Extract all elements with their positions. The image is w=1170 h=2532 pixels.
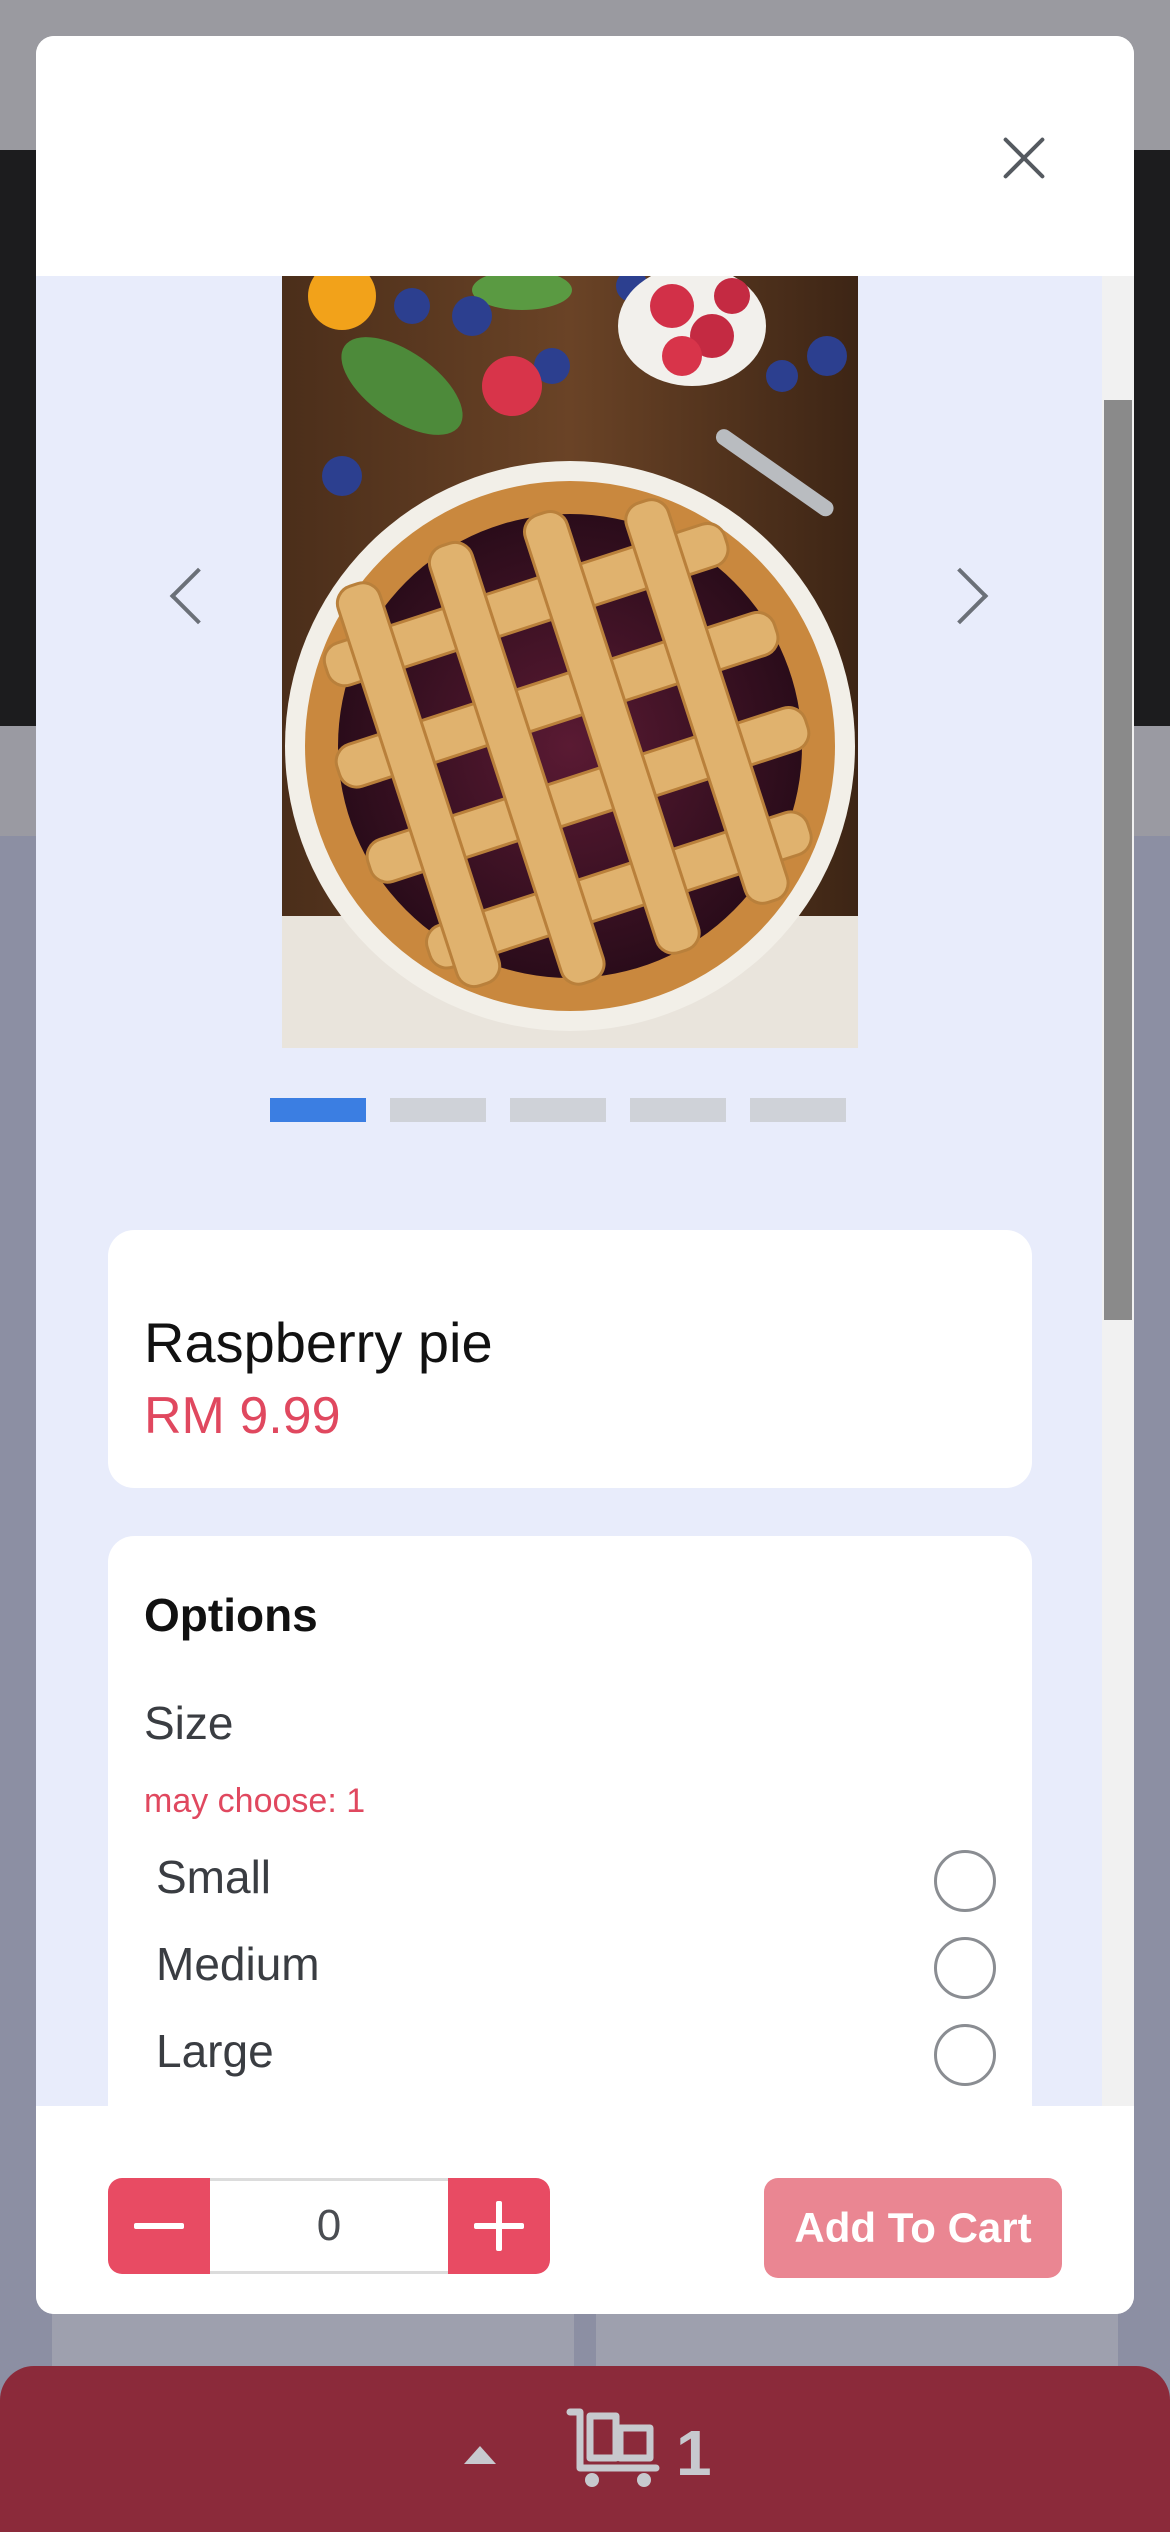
carousel-dot[interactable]	[390, 1098, 486, 1122]
option-label: Small	[156, 1851, 272, 1903]
chevron-left-icon[interactable]	[169, 567, 227, 625]
product-name: Raspberry pie	[144, 1311, 493, 1374]
option-label: Large	[156, 2025, 274, 2077]
minus-icon	[134, 2223, 184, 2229]
quantity-input[interactable]	[210, 2178, 448, 2274]
radio-button[interactable]	[934, 1937, 996, 1999]
option-group-hint: may choose: 1	[144, 1782, 366, 1820]
radio-button[interactable]	[934, 2024, 996, 2086]
product-price: RM 9.99	[144, 1387, 341, 1445]
modal-footer: Add To Cart	[36, 2106, 1134, 2314]
carousel-dot[interactable]	[270, 1098, 366, 1122]
option-small[interactable]: Small	[156, 1844, 996, 1914]
chevron-right-icon[interactable]	[931, 567, 989, 625]
product-image	[282, 276, 858, 1048]
close-icon[interactable]	[994, 128, 1054, 188]
pie-image-illustration	[282, 276, 858, 1048]
caret-up-icon[interactable]	[464, 2446, 496, 2464]
option-medium[interactable]: Medium	[156, 1931, 996, 2001]
carousel-dot[interactable]	[750, 1098, 846, 1122]
radio-button[interactable]	[934, 1850, 996, 1912]
plus-icon-vertical	[496, 2201, 502, 2251]
carousel-dot[interactable]	[630, 1098, 726, 1122]
modal-scrollbar[interactable]	[1102, 276, 1134, 2106]
options-title: Options	[144, 1589, 318, 1641]
product-modal: Raspberry pie RM 9.99 Options Size may c…	[36, 36, 1134, 2314]
scrollbar-thumb[interactable]	[1104, 400, 1132, 1320]
quantity-stepper	[108, 2178, 550, 2274]
option-large[interactable]: Large	[156, 2018, 996, 2088]
modal-body: Raspberry pie RM 9.99 Options Size may c…	[36, 276, 1102, 2106]
increase-quantity-button[interactable]	[448, 2178, 550, 2274]
option-label: Medium	[156, 1938, 320, 1990]
cart-bar[interactable]: 1	[0, 2366, 1170, 2532]
modal-header	[36, 36, 1134, 276]
option-group-label: Size	[144, 1697, 234, 1749]
product-info-card: Raspberry pie RM 9.99	[108, 1230, 1032, 1488]
carousel-dot[interactable]	[510, 1098, 606, 1122]
carousel-indicators	[270, 1098, 846, 1122]
cart-icon	[566, 2408, 660, 2487]
cart-count: 1	[676, 2417, 712, 2489]
add-to-cart-button[interactable]: Add To Cart	[764, 2178, 1062, 2278]
options-card: Options Size may choose: 1 Small Medium …	[108, 1536, 1032, 2106]
decrease-quantity-button[interactable]	[108, 2178, 210, 2274]
